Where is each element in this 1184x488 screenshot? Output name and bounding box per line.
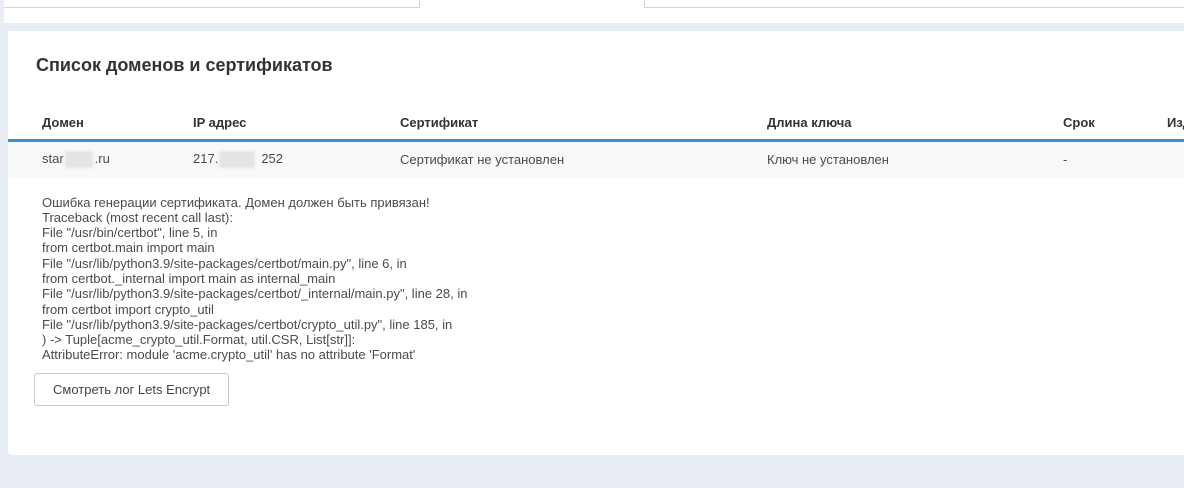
column-header-key-length: Длина ключа bbox=[767, 75, 1063, 141]
log-line: File "/usr/lib/python3.9/site-packages/c… bbox=[42, 317, 1184, 332]
cell-key-length: Ключ не установлен bbox=[767, 141, 1063, 178]
log-line: File "/usr/lib/python3.9/site-packages/c… bbox=[42, 256, 1184, 271]
cell-term: - bbox=[1063, 141, 1167, 178]
domains-table: Домен IP адрес Сертификат Длина ключа Ср… bbox=[8, 75, 1184, 178]
column-header-certificate: Сертификат bbox=[400, 75, 767, 141]
column-header-domain: Домен bbox=[8, 75, 193, 141]
log-line: File "/usr/bin/certbot", line 5, in bbox=[42, 225, 1184, 240]
cell-certificate: Сертификат не установлен bbox=[400, 141, 767, 178]
ip-suffix: 252 bbox=[261, 151, 283, 166]
cell-ip: 217. 252 bbox=[193, 141, 400, 178]
cell-issuer bbox=[1167, 141, 1184, 178]
column-header-term: Срок bbox=[1063, 75, 1167, 141]
log-line: Traceback (most recent call last): bbox=[42, 210, 1184, 225]
domains-panel: Список доменов и сертификатов Домен IP а… bbox=[8, 31, 1184, 455]
censored-text bbox=[219, 151, 255, 168]
ip-prefix: 217. bbox=[193, 151, 218, 166]
log-line: ) -> Tuple[acme_crypto_util.Format, util… bbox=[42, 332, 1184, 347]
log-line: from certbot._internal import main as in… bbox=[42, 271, 1184, 286]
cell-domain: star .ru bbox=[8, 141, 193, 178]
table-row[interactable]: star .ru 217. 252 Сертификат не установлен… bbox=[8, 141, 1184, 178]
tab-inactive-left[interactable] bbox=[4, 0, 420, 8]
domain-prefix: star bbox=[42, 151, 64, 166]
column-header-ip: IP адрес bbox=[193, 75, 400, 141]
table-header-row: Домен IP адрес Сертификат Длина ключа Ср… bbox=[8, 75, 1184, 141]
log-line: AttributeError: module 'acme.crypto_util… bbox=[42, 347, 1184, 362]
view-lets-encrypt-log-button[interactable]: Смотреть лог Lets Encrypt bbox=[34, 373, 229, 406]
log-line: File "/usr/lib/python3.9/site-packages/c… bbox=[42, 286, 1184, 301]
page-title: Список доменов и сертификатов bbox=[36, 55, 1184, 75]
domain-suffix: .ru bbox=[95, 151, 110, 166]
column-header-issuer: Издатель bbox=[1167, 75, 1184, 141]
certificate-error-log: Ошибка генерации сертификата. Домен долж… bbox=[42, 195, 1184, 363]
log-line: from certbot.main import main bbox=[42, 240, 1184, 255]
log-line: from certbot import crypto_util bbox=[42, 302, 1184, 317]
log-line: Ошибка генерации сертификата. Домен долж… bbox=[42, 195, 1184, 210]
censored-text bbox=[65, 151, 93, 168]
tab-inactive-right[interactable] bbox=[644, 0, 1184, 8]
tab-active[interactable] bbox=[420, 0, 644, 23]
tab-bar bbox=[4, 0, 1184, 23]
